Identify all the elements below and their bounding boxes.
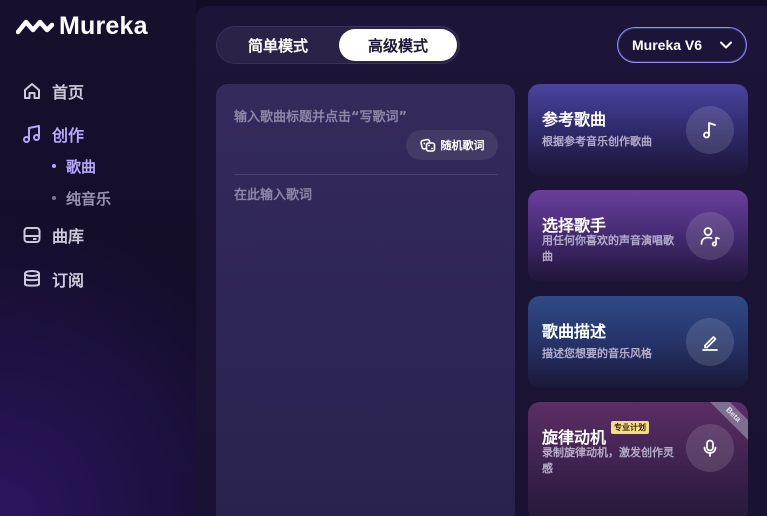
- mode-advanced-tab[interactable]: 高级模式: [339, 29, 457, 61]
- pro-plan-badge: 专业计划: [611, 421, 649, 434]
- random-lyrics-button[interactable]: 随机歌词: [406, 130, 498, 160]
- nav-item-create[interactable]: 创作: [22, 122, 84, 146]
- card-description: 录制旋律动机，激发创作灵感: [542, 446, 674, 475]
- nav-label-create: 创作: [52, 126, 85, 145]
- bullet-dot: [52, 164, 56, 168]
- logo[interactable]: Mureka: [16, 12, 148, 40]
- lyrics-textarea[interactable]: 在此输入歌词: [234, 184, 498, 203]
- nav-label-home: 首页: [52, 83, 85, 102]
- pencil-icon: [686, 318, 734, 366]
- sidebar: Mureka 首页 创作 歌曲 纯音乐 曲库 订阅: [0, 0, 196, 516]
- card-description: 根据参考音乐创作歌曲: [542, 135, 652, 148]
- chevron-down-icon: [720, 41, 732, 49]
- nav-sub-item-instrumental[interactable]: 纯音乐: [52, 188, 111, 208]
- reference-song-card[interactable]: 参考歌曲 根据参考音乐创作歌曲: [528, 84, 748, 176]
- editor-divider: [234, 174, 498, 175]
- card-title: 歌曲描述: [542, 322, 607, 341]
- nav-item-library[interactable]: 曲库: [22, 223, 84, 247]
- music-notes-icon: [23, 125, 40, 143]
- bullet-dot: [52, 196, 56, 200]
- main-panel: 简单模式 高级模式 Mureka V6 输入歌曲标题并点击“写歌词” 随机歌词 …: [196, 6, 767, 516]
- nav-label-library: 曲库: [52, 227, 85, 246]
- music-note-icon: [686, 106, 734, 154]
- model-select-value: Mureka V6: [632, 37, 703, 53]
- nav-item-subscribe[interactable]: 订阅: [22, 267, 84, 291]
- brand-name: Mureka: [59, 11, 148, 40]
- nav-sub-label-song: 歌曲: [66, 157, 97, 176]
- lyrics-editor: 输入歌曲标题并点击“写歌词” 随机歌词 在此输入歌词: [216, 84, 515, 516]
- database-icon: [24, 270, 40, 287]
- nav-sub-label-instrumental: 纯音乐: [66, 189, 112, 208]
- card-title: 参考歌曲: [542, 110, 607, 129]
- nav-sub-item-song[interactable]: 歌曲: [52, 156, 96, 176]
- library-icon: [23, 227, 41, 243]
- model-select[interactable]: Mureka V6: [617, 27, 747, 63]
- song-description-card[interactable]: 歌曲描述 描述您想要的音乐风格: [528, 296, 748, 388]
- nav-item-home[interactable]: 首页: [22, 79, 84, 103]
- home-icon: [24, 83, 40, 99]
- dice-icon: [419, 138, 435, 152]
- card-description: 用任何你喜欢的声音演唱歌曲: [542, 234, 674, 263]
- mureka-logo-icon: [16, 19, 54, 35]
- mode-toggle: 简单模式 高级模式: [216, 26, 460, 64]
- singer-icon: [686, 212, 734, 260]
- select-singer-card[interactable]: 选择歌手 用任何你喜欢的声音演唱歌曲: [528, 190, 748, 282]
- card-description: 描述您想要的音乐风格: [542, 347, 652, 360]
- nav-label-subscribe: 订阅: [52, 271, 85, 290]
- song-title-input[interactable]: 输入歌曲标题并点击“写歌词”: [234, 106, 498, 125]
- microphone-icon: [686, 424, 734, 472]
- melody-motif-card[interactable]: 旋律动机 专业计划 Beta 录制旋律动机，激发创作灵感: [528, 402, 748, 516]
- random-lyrics-label: 随机歌词: [440, 139, 485, 152]
- mode-simple-tab[interactable]: 简单模式: [220, 29, 336, 61]
